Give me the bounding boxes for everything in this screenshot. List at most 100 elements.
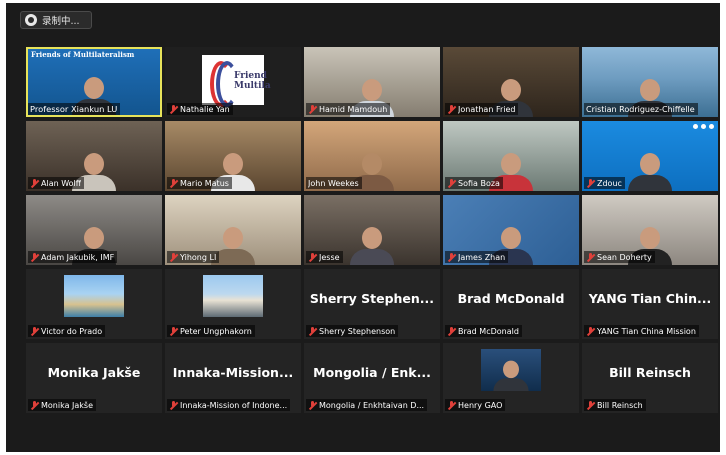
video-tile[interactable]: Sherry Stephen... Sherry Stephenson: [304, 269, 440, 339]
participant-name-tag: John Weekes: [306, 177, 362, 189]
participant-name: YANG Tian China Mission: [597, 326, 696, 336]
participant-image: [493, 360, 529, 391]
participant-display-name: YANG Tian Chin...: [588, 291, 712, 306]
mic-muted-icon: [30, 252, 39, 262]
mic-muted-icon: [447, 252, 456, 262]
participant-name: Yihong LI: [180, 252, 217, 262]
video-tile[interactable]: Friends of Multilateralism Professor Xia…: [26, 47, 162, 117]
video-tile[interactable]: Adam Jakubik, IMF: [26, 195, 162, 265]
participant-name-tag: Victor do Prado: [28, 325, 106, 337]
mic-muted-icon: [447, 178, 456, 188]
video-tile[interactable]: Sean Doherty: [582, 195, 718, 265]
video-tile[interactable]: Peter Ungphakorn: [165, 269, 301, 339]
participant-name-tag: Mario Matus: [167, 177, 232, 189]
video-tile[interactable]: Brad McDonald Brad McDonald: [443, 269, 579, 339]
participant-name-tag: Zdouc: [584, 177, 625, 189]
mic-muted-icon: [169, 252, 178, 262]
logo-text: Friend Multila: [234, 71, 271, 91]
mic-muted-icon: [586, 400, 595, 410]
participant-name: Jonathan Fried: [458, 104, 516, 114]
participant-name: Sofia Boza: [458, 178, 500, 188]
participant-name: Nathalie Yan: [180, 104, 230, 114]
participant-name: Henry GAO: [458, 400, 503, 410]
video-tile[interactable]: Jesse: [304, 195, 440, 265]
zoom-meeting-window: 录制中... Friends of Multilateralism Profes…: [6, 3, 720, 452]
participant-display-name: Innaka-Mission...: [172, 365, 294, 380]
participant-name-tag: Adam Jakubik, IMF: [28, 251, 118, 263]
mic-muted-icon: [169, 326, 178, 336]
participant-name-tag: Sofia Boza: [445, 177, 503, 189]
video-tile[interactable]: Mongolia / Enk... Mongolia / Enkhtaivan …: [304, 343, 440, 413]
participant-name-tag: Bill Reinsch: [584, 399, 646, 411]
mic-muted-icon: [169, 178, 178, 188]
participant-display-name: Bill Reinsch: [609, 365, 691, 380]
video-tile[interactable]: Friend Multila Nathalie Yan: [165, 47, 301, 117]
participant-image: [628, 153, 672, 191]
mic-muted-icon: [308, 104, 317, 114]
participant-display-name: Monika Jakše: [47, 365, 141, 380]
participant-image: [350, 227, 394, 265]
participant-name-tag: Jesse: [306, 251, 343, 263]
mic-muted-icon: [308, 400, 317, 410]
video-tile[interactable]: John Weekes: [304, 121, 440, 191]
participant-name: Cristian Rodriguez-Chiffelle: [586, 104, 695, 114]
mic-muted-icon: [447, 400, 456, 410]
recording-indicator[interactable]: 录制中...: [20, 11, 92, 29]
mic-muted-icon: [169, 104, 178, 114]
mic-muted-icon: [586, 252, 595, 262]
participant-name-tag: Brad McDonald: [445, 325, 522, 337]
video-tile[interactable]: Alan Wolff: [26, 121, 162, 191]
gallery-view: Friends of Multilateralism Professor Xia…: [26, 47, 719, 415]
participant-name-tag: James Zhan: [445, 251, 509, 263]
participant-name: Zdouc: [597, 178, 622, 188]
participant-name-tag: Henry GAO: [445, 399, 506, 411]
video-tile[interactable]: Innaka-Mission... Innaka-Mission of Indo…: [165, 343, 301, 413]
recording-label: 录制中...: [42, 16, 80, 27]
participant-name: Victor do Prado: [41, 326, 103, 336]
participant-name-tag: Sean Doherty: [584, 251, 655, 263]
video-tile[interactable]: YANG Tian Chin... YANG Tian China Missio…: [582, 269, 718, 339]
participant-name-tag: Peter Ungphakorn: [167, 325, 255, 337]
participant-name: John Weekes: [308, 178, 359, 188]
mic-muted-icon: [308, 326, 317, 336]
participant-display-name: Brad McDonald: [457, 291, 565, 306]
video-tile[interactable]: Cristian Rodriguez-Chiffelle: [582, 47, 718, 117]
video-tile[interactable]: Victor do Prado: [26, 269, 162, 339]
participant-name: Sean Doherty: [597, 252, 652, 262]
video-tile[interactable]: Monika Jakše Monika Jakše: [26, 343, 162, 413]
friends-logo: Friend Multila: [202, 55, 271, 107]
participant-name-tag: Hamid Mamdouh: [306, 103, 391, 115]
video-tile[interactable]: Zdouc: [582, 121, 718, 191]
participant-name: Mario Matus: [180, 178, 229, 188]
video-tile[interactable]: Henry GAO: [443, 343, 579, 413]
video-tile[interactable]: Yihong LI: [165, 195, 301, 265]
corner-logo-icon: [693, 124, 714, 129]
profile-picture: [481, 349, 541, 391]
mic-muted-icon: [308, 252, 317, 262]
participant-name-tag: Nathalie Yan: [167, 103, 233, 115]
video-tile[interactable]: Bill Reinsch Bill Reinsch: [582, 343, 718, 413]
video-tile[interactable]: Sofia Boza: [443, 121, 579, 191]
participant-name-tag: Yihong LI: [167, 251, 220, 263]
participant-name-tag: Cristian Rodriguez-Chiffelle: [584, 103, 698, 115]
video-tile[interactable]: James Zhan: [443, 195, 579, 265]
participant-name: Innaka-Mission of Indone...: [180, 400, 288, 410]
participant-name: Adam Jakubik, IMF: [41, 252, 115, 262]
record-icon: [25, 14, 37, 26]
brand-text: Friends of Multilateralism: [31, 50, 135, 59]
mic-muted-icon: [30, 326, 39, 336]
participant-display-name: Sherry Stephen...: [309, 291, 435, 306]
video-tile[interactable]: Hamid Mamdouh: [304, 47, 440, 117]
mic-muted-icon: [447, 104, 456, 114]
profile-picture: [203, 275, 263, 317]
video-tile[interactable]: Mario Matus: [165, 121, 301, 191]
profile-picture: [64, 275, 124, 317]
participant-name-tag: Alan Wolff: [28, 177, 85, 189]
video-tile[interactable]: Jonathan Fried: [443, 47, 579, 117]
participant-name: Brad McDonald: [458, 326, 519, 336]
participant-name: Jesse: [319, 252, 340, 262]
participant-name-tag: Monika Jakše: [28, 399, 97, 411]
participant-name: Professor Xiankun LU: [30, 104, 118, 114]
mic-muted-icon: [447, 326, 456, 336]
participant-name: Monika Jakše: [41, 400, 94, 410]
